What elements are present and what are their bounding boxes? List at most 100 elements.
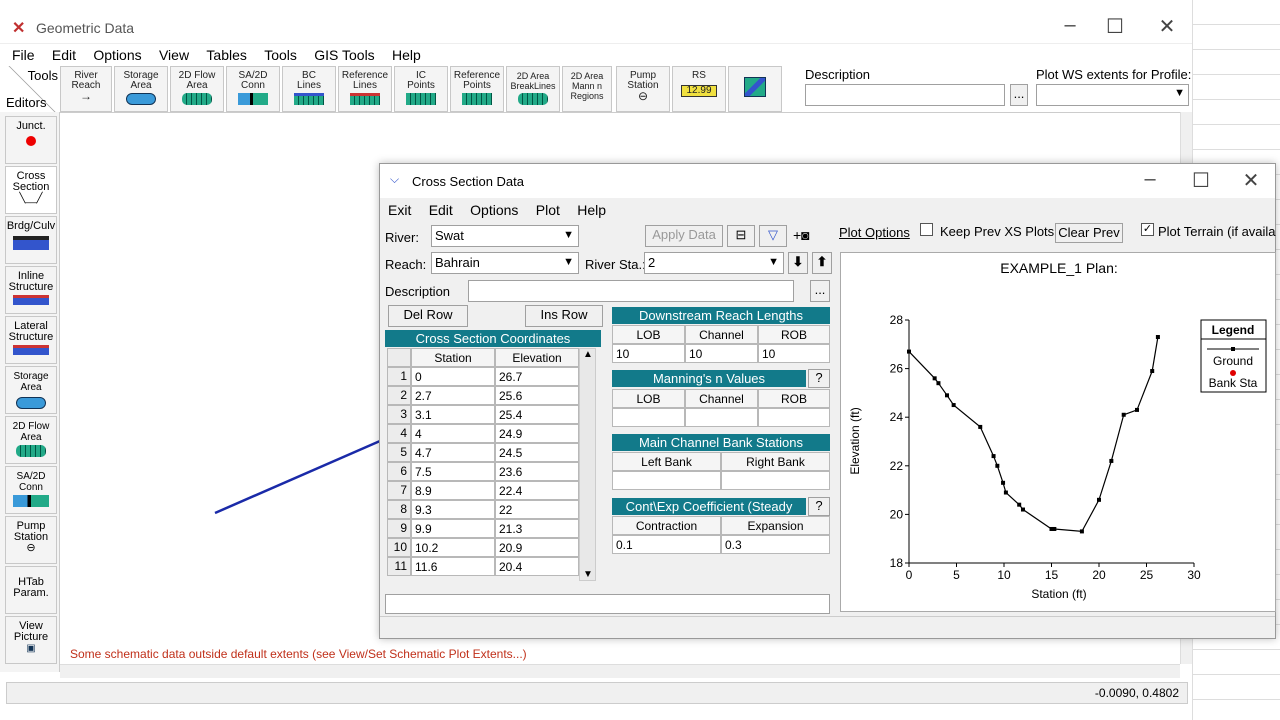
maximize-button[interactable]: ☐	[1100, 14, 1130, 39]
expansion-input[interactable]: 0.3	[721, 535, 830, 554]
storage-area-editor-button[interactable]: Storage Area	[5, 366, 57, 414]
rs-button[interactable]: RS 12.99	[672, 66, 726, 112]
storage-area-button[interactable]: Storage Area	[114, 66, 168, 112]
elevation-cell[interactable]: 20.4	[495, 557, 579, 576]
station-cell[interactable]: 9.9	[411, 519, 495, 538]
station-cell[interactable]: 4	[411, 424, 495, 443]
river-reach-button[interactable]: River Reach →	[60, 66, 112, 112]
apply-data-button[interactable]: Apply Data	[645, 225, 723, 247]
river-sta-dropdown[interactable]: 2 ▼	[644, 252, 784, 274]
elevation-cell[interactable]: 25.4	[495, 405, 579, 424]
next-station-up-button[interactable]: ⬆	[812, 252, 832, 274]
clear-prev-button[interactable]: Clear Prev	[1055, 223, 1123, 243]
menu-tables[interactable]: Tables	[206, 47, 246, 63]
elevation-cell[interactable]: 24.5	[495, 443, 579, 462]
ic-points-button[interactable]: IC Points	[394, 66, 448, 112]
menu-file[interactable]: File	[12, 47, 35, 63]
add-picture-icon[interactable]: +◙	[793, 227, 810, 243]
station-cell[interactable]: 3.1	[411, 405, 495, 424]
contraction-input[interactable]: 0.1	[612, 535, 721, 554]
plot-terrain-checkbox[interactable]: ✓	[1141, 223, 1154, 236]
table-scrollbar[interactable]: ▲ ▼	[579, 348, 596, 581]
xs-description-field[interactable]	[468, 280, 794, 302]
elevation-cell[interactable]: 21.3	[495, 519, 579, 538]
view-picture-button[interactable]: View Picture ▣	[5, 616, 57, 664]
breaklines-button[interactable]: 2D Area BreakLines	[506, 66, 560, 112]
xs-description-more-button[interactable]: ...	[810, 280, 830, 302]
station-cell[interactable]: 8.9	[411, 481, 495, 500]
lateral-structure-button[interactable]: Lateral Structure	[5, 316, 57, 364]
htab-param-button[interactable]: HTab Param.	[5, 566, 57, 614]
menu-tools[interactable]: Tools	[264, 47, 297, 63]
close-button[interactable]: ✕	[1152, 14, 1182, 39]
station-cell[interactable]: 0	[411, 367, 495, 386]
ds-rob-input[interactable]: 10	[758, 344, 830, 363]
station-cell[interactable]: 9.3	[411, 500, 495, 519]
xs-menu-options[interactable]: Options	[470, 202, 518, 218]
minimize-button[interactable]: –	[1055, 14, 1085, 37]
horizontal-scrollbar[interactable]	[60, 664, 1180, 678]
xs-menu-plot[interactable]: Plot	[536, 202, 560, 218]
keep-prev-checkbox[interactable]	[920, 223, 933, 236]
pump-station-editor-button[interactable]: Pump Station ⊖	[5, 516, 57, 564]
station-cell[interactable]: 4.7	[411, 443, 495, 462]
n-rob-input[interactable]	[758, 408, 830, 427]
station-cell[interactable]: 2.7	[411, 386, 495, 405]
reach-dropdown[interactable]: Bahrain ▼	[431, 252, 579, 274]
river-dropdown[interactable]: Swat ▼	[431, 225, 579, 247]
menu-view[interactable]: View	[159, 47, 189, 63]
menu-gis-tools[interactable]: GIS Tools	[314, 47, 374, 63]
bridge-culvert-button[interactable]: Brdg/Culv	[5, 216, 57, 264]
xs-menu-help[interactable]: Help	[577, 202, 606, 218]
elevation-cell[interactable]: 24.9	[495, 424, 579, 443]
reference-points-button[interactable]: Reference Points	[450, 66, 504, 112]
elevation-cell[interactable]: 25.6	[495, 386, 579, 405]
del-row-button[interactable]: Del Row	[388, 305, 468, 327]
station-cell[interactable]: 7.5	[411, 462, 495, 481]
xs-minimize-button[interactable]: –	[1135, 168, 1165, 191]
next-station-down-button[interactable]: ⬇	[788, 252, 808, 274]
menu-help[interactable]: Help	[392, 47, 421, 63]
scroll-down-icon[interactable]: ▼	[583, 569, 593, 580]
elevation-cell[interactable]: 22.4	[495, 481, 579, 500]
sa-2d-conn-button[interactable]: SA/2D Conn	[226, 66, 280, 112]
cross-section-button[interactable]: Cross Section ╲__╱	[5, 166, 57, 214]
scroll-up-icon[interactable]: ▲	[583, 349, 593, 360]
plot-ws-dropdown[interactable]: ▼	[1036, 84, 1189, 106]
station-cell[interactable]: 10.2	[411, 538, 495, 557]
ins-row-button[interactable]: Ins Row	[525, 305, 603, 327]
elevation-cell[interactable]: 26.7	[495, 367, 579, 386]
xs-plot-area[interactable]: EXAMPLE_1 Plan: 0 5 10 15 20 25 30 18 20 22 24 26 28 S…	[840, 252, 1276, 612]
station-cell[interactable]: 11.6	[411, 557, 495, 576]
xs-menu-edit[interactable]: Edit	[429, 202, 453, 218]
reference-lines-button[interactable]: Reference Lines	[338, 66, 392, 112]
description-field[interactable]	[805, 84, 1005, 106]
xs-plot-icon-button[interactable]: ⊟	[727, 225, 755, 247]
n-lob-input[interactable]	[612, 408, 685, 427]
water-surface-icon-button[interactable]: ▽	[759, 225, 787, 247]
description-more-button[interactable]: ...	[1010, 84, 1028, 106]
2d-flow-area-editor-button[interactable]: 2D Flow Area	[5, 416, 57, 464]
bc-lines-button[interactable]: BC Lines	[282, 66, 336, 112]
cont-exp-help-button[interactable]: ?	[808, 497, 830, 516]
menu-options[interactable]: Options	[93, 47, 141, 63]
menu-edit[interactable]: Edit	[52, 47, 76, 63]
left-bank-input[interactable]	[612, 471, 721, 490]
plot-options-link[interactable]: Plot Options	[839, 225, 910, 240]
map-button[interactable]	[728, 66, 782, 112]
elevation-cell[interactable]: 22	[495, 500, 579, 519]
pump-station-button[interactable]: Pump Station ⊖	[616, 66, 670, 112]
sa-2d-conn-editor-button[interactable]: SA/2D Conn	[5, 466, 57, 514]
mannings-help-button[interactable]: ?	[808, 369, 830, 388]
xs-close-button[interactable]: ✕	[1236, 168, 1266, 193]
mann-regions-button[interactable]: 2D Area Mann n Regions	[562, 66, 612, 112]
ds-channel-input[interactable]: 10	[685, 344, 758, 363]
elevation-cell[interactable]: 23.6	[495, 462, 579, 481]
n-channel-input[interactable]	[685, 408, 758, 427]
inline-structure-button[interactable]: Inline Structure	[5, 266, 57, 314]
right-bank-input[interactable]	[721, 471, 830, 490]
junction-button[interactable]: Junct.	[5, 116, 57, 164]
2d-flow-area-button[interactable]: 2D Flow Area	[170, 66, 224, 112]
xs-maximize-button[interactable]: ☐	[1186, 168, 1216, 193]
ds-lob-input[interactable]: 10	[612, 344, 685, 363]
